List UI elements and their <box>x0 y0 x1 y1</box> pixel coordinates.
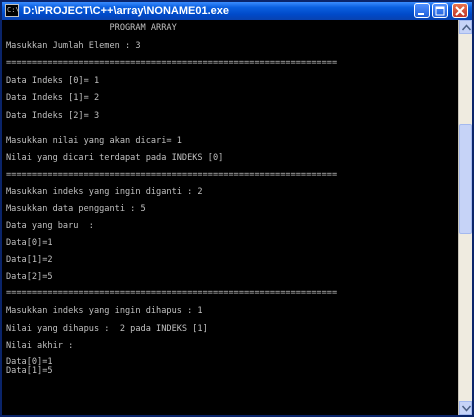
console-line: Data[2]=5 <box>6 272 53 282</box>
arrow-up-icon <box>462 24 471 31</box>
window-title: D:\PROJECT\C++\array\NONAME01.exe <box>23 5 230 17</box>
console-app-icon[interactable]: C:\ <box>5 4 20 17</box>
arrow-down-icon <box>462 405 471 412</box>
console-line: Masukkan data pengganti : 5 <box>6 204 146 214</box>
console-line: Data[1]=2 <box>6 255 53 265</box>
console-output[interactable]: PROGRAM ARRAY Masukkan Jumlah Elemen : 3… <box>2 20 458 415</box>
console-line: Masukkan nilai yang akan dicari= 1 <box>6 136 182 146</box>
console-line: ========================================… <box>6 58 338 68</box>
console-line: Nilai akhir : <box>6 341 74 351</box>
console-line: Data[0]=1 <box>6 238 53 248</box>
vertical-scrollbar[interactable] <box>458 20 472 415</box>
console-line: Data[1]=5 <box>6 366 53 376</box>
console-line: Masukkan indeks yang ingin diganti : 2 <box>6 187 203 197</box>
scroll-thumb[interactable] <box>459 124 472 234</box>
console-line: Data yang baru : <box>6 221 94 231</box>
scroll-down-button[interactable] <box>459 401 472 415</box>
maximize-icon <box>435 6 445 16</box>
console-line: Nilai yang dicari terdapat pada INDEKS [… <box>6 153 224 163</box>
console-line: ========================================… <box>6 170 338 180</box>
scroll-up-button[interactable] <box>459 20 472 34</box>
console-line: Masukkan indeks yang ingin dihapus : 1 <box>6 306 203 316</box>
maximize-button[interactable] <box>432 3 448 18</box>
minimize-icon <box>418 13 424 15</box>
console-line: Masukkan Jumlah Elemen : 3 <box>6 41 141 51</box>
title-bar[interactable]: C:\ D:\PROJECT\C++\array\NONAME01.exe <box>2 2 472 20</box>
console-line: Data Indeks [2]= 3 <box>6 111 100 121</box>
console-line: ========================================… <box>6 288 338 298</box>
close-icon <box>455 6 465 16</box>
console-line: Data Indeks [1]= 2 <box>6 93 100 103</box>
app-icon-glyph: C:\ <box>7 6 20 14</box>
close-button[interactable] <box>452 3 468 18</box>
console-line: Data Indeks [0]= 1 <box>6 76 100 86</box>
console-line: PROGRAM ARRAY <box>6 23 177 33</box>
console-window: C:\ D:\PROJECT\C++\array\NONAME01.exe PR… <box>0 0 474 417</box>
console-line: Nilai yang dihapus : 2 pada INDEKS [1] <box>6 324 208 334</box>
minimize-button[interactable] <box>414 3 430 18</box>
